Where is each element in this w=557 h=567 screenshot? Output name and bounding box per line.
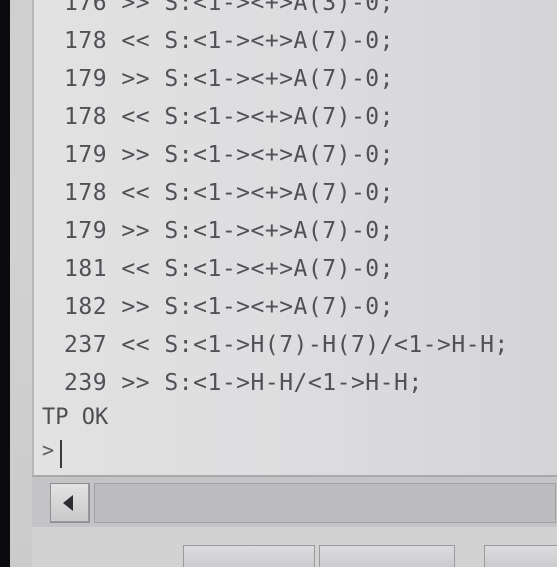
toolbar-button-1[interactable] — [183, 545, 315, 567]
terminal-screen: 176 >> S:<1-><+>A(3)-0; 178 << S:<1-><+>… — [10, 0, 557, 567]
log-line: 239 >> S:<1->H-H/<1->H-H; — [64, 370, 423, 396]
log-line: 179 >> S:<1-><+>A(7)-0; — [64, 142, 394, 168]
horizontal-scrollbar[interactable] — [32, 475, 557, 531]
text-cursor — [60, 440, 62, 468]
command-input[interactable]: > — [42, 438, 552, 468]
log-line: 179 >> S:<1-><+>A(7)-0; — [64, 218, 394, 244]
log-line: 178 << S:<1-><+>A(7)-0; — [64, 180, 394, 206]
log-line: 178 << S:<1-><+>A(7)-0; — [64, 28, 394, 54]
log-line: 179 >> S:<1-><+>A(7)-0; — [64, 66, 394, 92]
log-line: 178 << S:<1-><+>A(7)-0; — [64, 104, 394, 130]
log-lines: 176 >> S:<1-><+>A(3)-0; 178 << S:<1-><+>… — [64, 0, 509, 402]
log-line: 181 << S:<1-><+>A(7)-0; — [64, 256, 394, 282]
toolbar-button-3[interactable] — [484, 545, 557, 567]
status-text: TP OK — [42, 405, 109, 430]
button-bar — [32, 527, 557, 567]
log-panel: 176 >> S:<1-><+>A(3)-0; 178 << S:<1-><+>… — [32, 0, 557, 475]
log-line: 182 >> S:<1-><+>A(7)-0; — [64, 294, 394, 320]
toolbar-button-2[interactable] — [319, 545, 455, 567]
log-line: 237 << S:<1->H(7)-H(7)/<1->H-H; — [64, 332, 509, 358]
log-line: 176 >> S:<1-><+>A(3)-0; — [64, 0, 394, 16]
prompt-symbol: > — [42, 438, 55, 462]
scroll-track[interactable] — [94, 483, 556, 523]
arrow-left-icon[interactable] — [50, 483, 90, 523]
